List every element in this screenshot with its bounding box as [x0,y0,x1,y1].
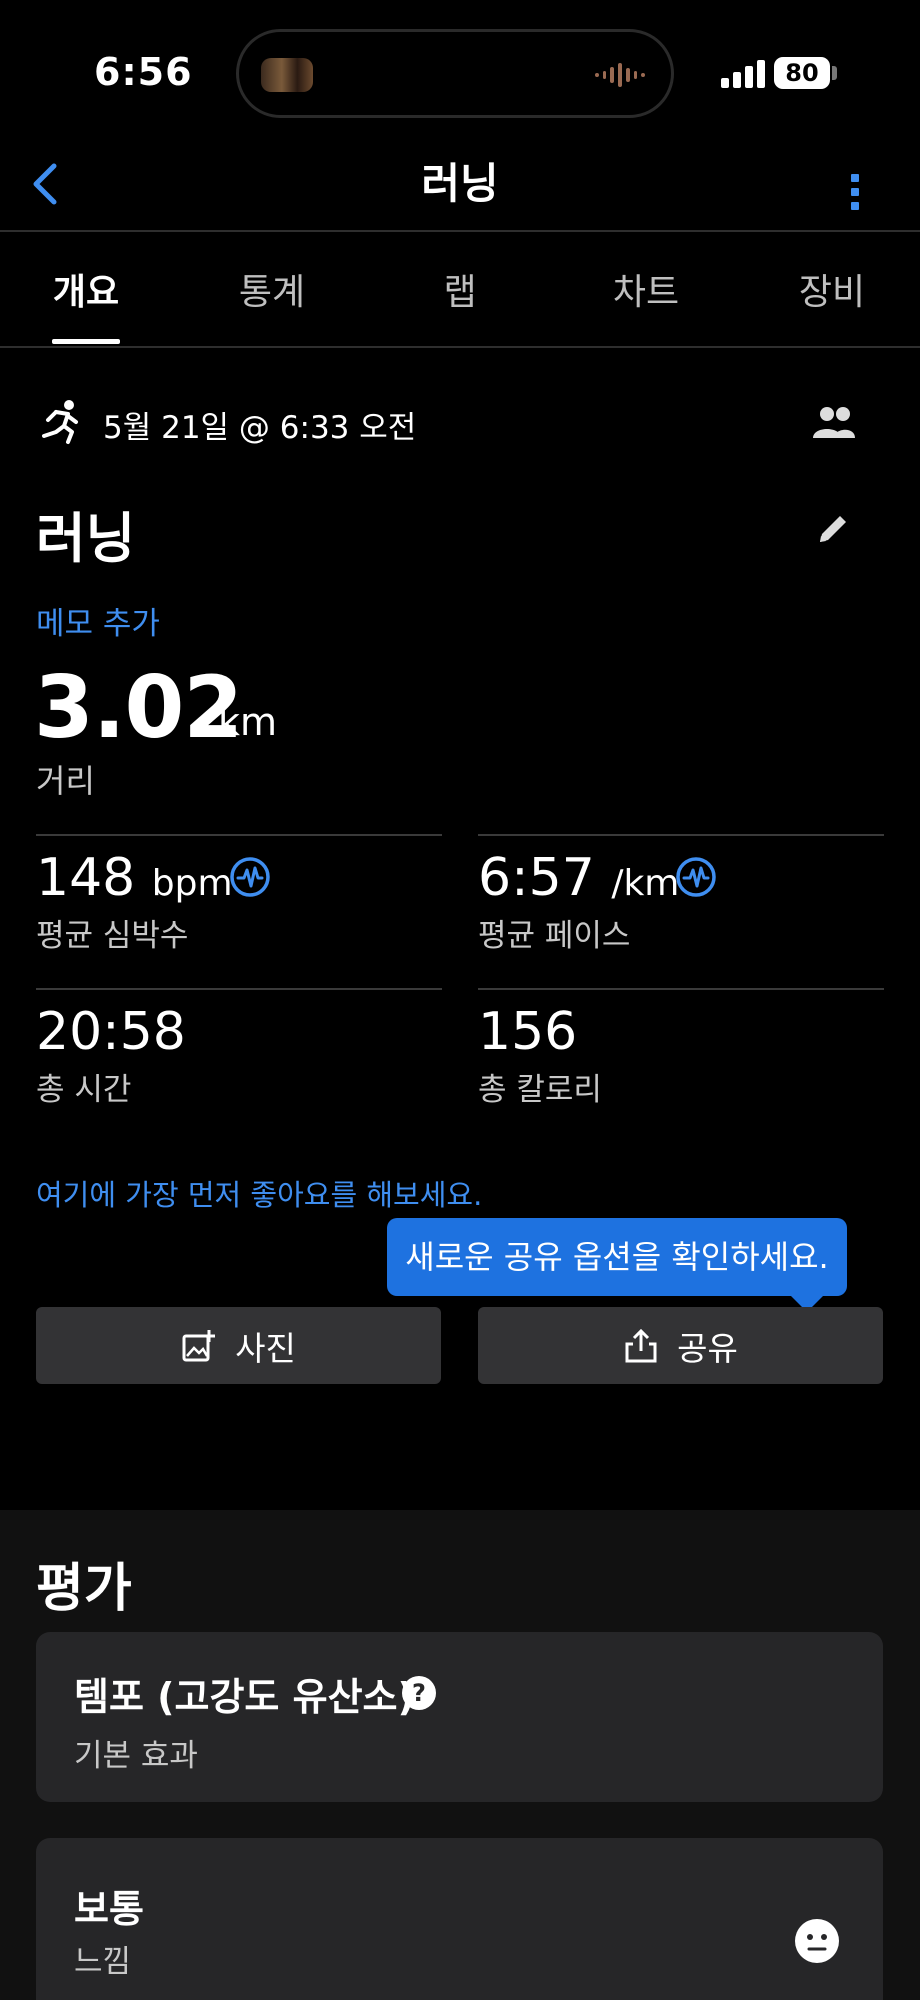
distance-unit: km [218,700,278,744]
avg-pace-unit: /km [611,863,680,904]
avg-heart-rate-value: 148 [36,848,136,908]
avg-pace-label: 평균 페이스 [478,918,631,954]
active-tab-indicator [52,339,120,344]
audio-wave-icon [595,62,646,88]
tab-overview[interactable]: 개요 [52,263,120,315]
status-bar: 6:56 80 [0,0,920,150]
more-vertical-icon[interactable] [844,156,868,216]
edit-pencil-icon[interactable] [814,510,852,548]
stat-divider [36,988,442,990]
battery-icon: 80 [774,57,830,89]
distance-label: 거리 [36,762,95,800]
feel-subtitle: 느낌 [74,1944,132,1980]
share-button[interactable]: 공유 [478,1307,883,1384]
total-time-value: 20:58 [36,1002,186,1062]
people-icon[interactable] [812,404,856,440]
feel-title: 보통 [74,1887,144,1931]
pulse-chart-icon[interactable] [229,856,271,898]
now-playing-artwork [261,58,313,92]
total-calories-value: 156 [478,1002,578,1062]
tab-stats[interactable]: 통계 [236,263,308,315]
training-effect-subtitle: 기본 효과 [74,1738,198,1774]
status-time: 6:56 [94,50,193,94]
feel-card[interactable]: 보통 느낌 [36,1838,883,2000]
neutral-face-icon [795,1919,839,1963]
evaluation-title: 평가 [36,1559,132,1619]
share-icon [625,1328,657,1362]
stat-divider [36,834,442,836]
add-photo-button[interactable]: 사진 [36,1307,441,1384]
activity-date: 5월 21일 @ 6:33 오전 [103,410,417,446]
stat-divider [478,834,884,836]
running-icon [42,400,78,444]
activity-title: 러닝 [36,507,136,570]
avg-heart-rate-label: 평균 심박수 [36,918,189,954]
tab-bar: 개요 통계 랩 차트 장비 [0,233,920,348]
add-photo-label: 사진 [235,1328,296,1368]
add-memo-link[interactable]: 메모 추가 [36,598,160,643]
tab-gear[interactable]: 장비 [796,263,868,315]
dynamic-island[interactable] [236,29,674,118]
avg-heart-rate-unit: bpm [151,863,233,904]
share-label: 공유 [677,1328,738,1368]
add-photo-icon [182,1329,216,1361]
cellular-signal-icon [721,58,765,88]
evaluation-section: 평가 템포 (고강도 유산소) ? 기본 효과 보통 느낌 [0,1510,920,2000]
avg-pace-stat[interactable]: 6:57 /km [478,848,679,908]
page-title: 러닝 [421,159,499,208]
battery-tip [832,66,837,80]
total-time-label: 총 시간 [36,1072,132,1108]
training-effect-card[interactable]: 템포 (고강도 유산소) ? 기본 효과 [36,1632,883,1802]
tab-charts[interactable]: 차트 [610,263,682,315]
share-options-tooltip[interactable]: 새로운 공유 옵션을 확인하세요. [387,1218,847,1296]
avg-heart-rate-stat[interactable]: 148 bpm [36,848,233,908]
distance-value: 3.02 [34,658,243,758]
avg-pace-value: 6:57 [478,848,595,908]
training-effect-title: 템포 (고강도 유산소) [74,1675,415,1719]
tab-laps[interactable]: 랩 [438,263,482,315]
stat-divider [478,988,884,990]
first-like-link[interactable]: 여기에 가장 먼저 좋아요를 해보세요. [36,1172,482,1214]
pulse-chart-icon[interactable] [675,856,717,898]
help-icon[interactable]: ? [402,1676,436,1710]
nav-header: 러닝 [0,140,920,232]
total-calories-label: 총 칼로리 [478,1072,602,1108]
